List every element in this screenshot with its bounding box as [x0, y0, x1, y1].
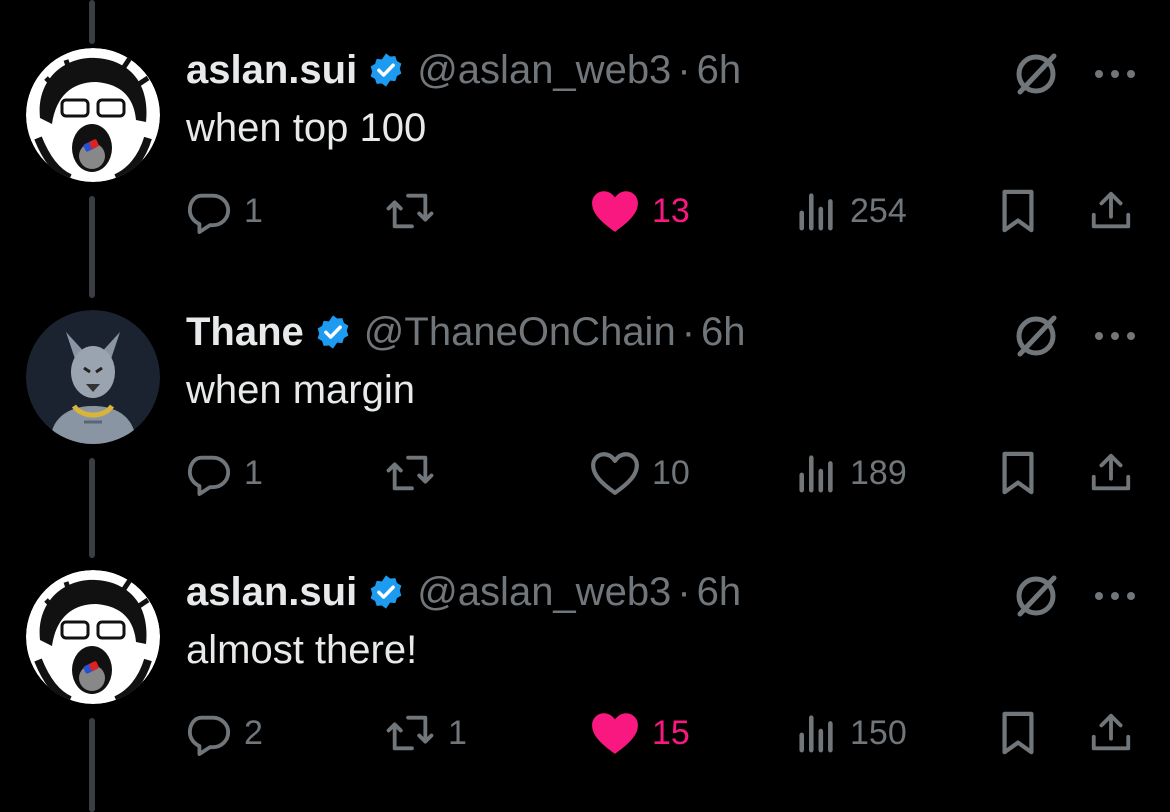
reply-icon [187, 193, 231, 234]
share-button[interactable] [1088, 708, 1134, 758]
heart-icon [591, 452, 639, 495]
tweet-header: aslan.sui @aslan_web3 · 6h [186, 566, 741, 618]
reply-icon [187, 455, 231, 496]
separator-dot: · [677, 47, 691, 92]
more-options-icon[interactable] [1092, 326, 1138, 346]
tweet[interactable]: Thane @ThaneOnChain · 6h when margin 1 1… [0, 262, 1170, 522]
reply-count: 1 [244, 453, 263, 492]
retweet-icon [386, 715, 434, 751]
separator-dot: · [677, 569, 691, 614]
reply-count: 2 [244, 713, 263, 752]
tweet-time[interactable]: 6h [701, 310, 746, 355]
author-name[interactable]: aslan.sui [186, 570, 357, 615]
author-handle[interactable]: @aslan_web3 [417, 570, 671, 615]
tweet-text: when margin [186, 368, 416, 412]
more-options-icon[interactable] [1092, 64, 1138, 84]
separator-dot: · [681, 309, 696, 354]
grok-icon[interactable] [1010, 310, 1062, 362]
verified-badge-icon [367, 573, 405, 611]
like-count: 13 [652, 191, 690, 230]
tweet-text: almost there! [186, 628, 418, 672]
view-count: 150 [850, 713, 907, 752]
views-icon [799, 193, 833, 231]
share-icon [1091, 713, 1131, 751]
views-icon [799, 455, 833, 493]
share-icon [1091, 191, 1131, 229]
grok-icon[interactable] [1010, 48, 1062, 100]
tweet-header: aslan.sui @aslan_web3 · 6h [186, 44, 741, 96]
tweet-actions: 1 13 254 [0, 186, 1170, 236]
tweet[interactable]: aslan.sui @aslan_web3 · 6h almost there!… [0, 522, 1170, 782]
reply-icon [187, 715, 231, 756]
heart-icon [592, 191, 638, 232]
bookmark-icon [1002, 189, 1034, 233]
author-handle[interactable]: @ThaneOnChain [364, 310, 676, 355]
bookmark-button[interactable] [998, 186, 1038, 236]
tweet-actions: 2 1 15 150 [0, 708, 1170, 758]
bookmark-icon [1002, 451, 1034, 495]
bookmark-icon [1002, 711, 1034, 755]
like-button[interactable]: 13 [590, 186, 690, 236]
retweet-icon [386, 455, 434, 491]
like-button[interactable]: 15 [590, 708, 690, 758]
tweet-time[interactable]: 6h [697, 48, 742, 93]
verified-badge-icon [314, 313, 352, 351]
tweet-actions: 1 10 189 [0, 448, 1170, 498]
like-count: 15 [652, 713, 690, 752]
tweet-text: when top 100 [186, 106, 427, 150]
retweet-button[interactable] [384, 448, 448, 498]
reply-count: 1 [244, 191, 263, 230]
bookmark-button[interactable] [998, 448, 1038, 498]
heart-icon [592, 713, 638, 754]
view-count: 254 [850, 191, 907, 230]
views-button[interactable]: 189 [796, 448, 907, 498]
views-button[interactable]: 254 [796, 186, 907, 236]
share-button[interactable] [1088, 186, 1134, 236]
author-name[interactable]: Thane [186, 310, 304, 355]
author-name[interactable]: aslan.sui [186, 48, 357, 93]
tweet-header: Thane @ThaneOnChain · 6h [186, 306, 746, 358]
retweet-count: 1 [448, 713, 467, 752]
retweet-icon [386, 193, 434, 229]
views-icon [799, 715, 833, 753]
reply-button[interactable]: 1 [186, 186, 263, 236]
tweet[interactable]: aslan.sui @aslan_web3 · 6h when top 100 … [0, 0, 1170, 260]
avatar-aslan[interactable] [26, 48, 160, 182]
verified-badge-icon [367, 51, 405, 89]
share-icon [1091, 453, 1131, 491]
share-button[interactable] [1088, 448, 1134, 498]
reply-button[interactable]: 2 [186, 708, 263, 758]
reply-button[interactable]: 1 [186, 448, 263, 498]
bookmark-button[interactable] [998, 708, 1038, 758]
grok-icon[interactable] [1010, 570, 1062, 622]
like-button[interactable]: 10 [590, 448, 690, 498]
views-button[interactable]: 150 [796, 708, 907, 758]
retweet-button[interactable]: 1 [384, 708, 467, 758]
view-count: 189 [850, 453, 907, 492]
avatar-aslan[interactable] [26, 570, 160, 704]
retweet-button[interactable] [384, 186, 448, 236]
more-options-icon[interactable] [1092, 586, 1138, 606]
author-handle[interactable]: @aslan_web3 [417, 48, 671, 93]
tweet-time[interactable]: 6h [697, 570, 742, 615]
avatar-thane[interactable] [26, 310, 160, 444]
like-count: 10 [652, 453, 690, 492]
